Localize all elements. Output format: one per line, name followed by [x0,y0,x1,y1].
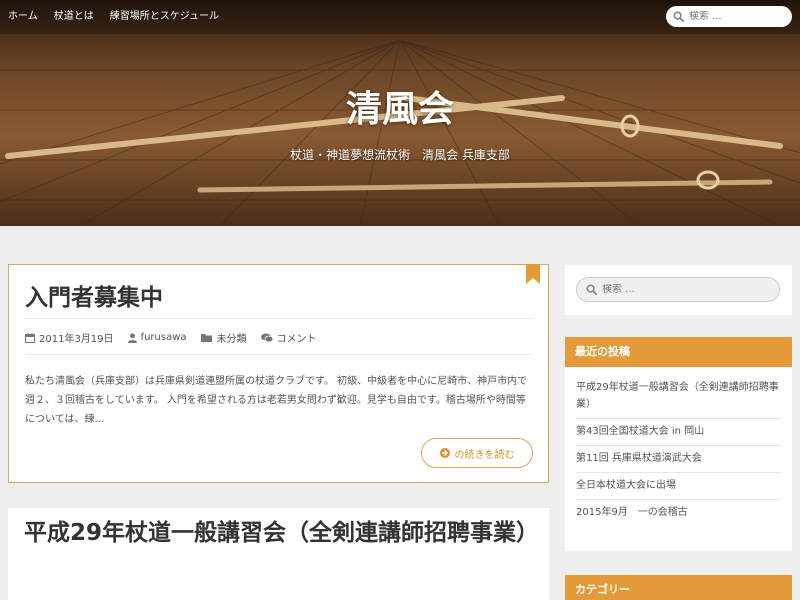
nav-item-about-jodo[interactable]: 杖道とは [54,11,94,23]
sidebar-search-box [576,277,780,302]
divider [25,318,533,319]
post-comments-text[interactable]: コメント [277,330,317,345]
post-excerpt: 私たち清風会（兵庫支部）は兵庫県剣道連盟所属の杖道クラブです。 初級、中級者を中… [25,376,528,425]
sidebar-search-input[interactable] [602,284,752,295]
site-title[interactable]: 清風会 [0,80,800,132]
bookmark-icon [526,264,540,284]
sidebar-search-widget [565,265,792,315]
post-title[interactable]: 入門者募集中 [25,278,163,312]
post-date-text[interactable]: 2011年3月19日 [39,330,114,345]
categories-heading: カテゴリー [565,575,792,600]
recent-post-link[interactable]: 2015年9月 一の会稽古 [576,500,781,526]
nav-item-schedule[interactable]: 練習場所とスケジュール [110,11,219,23]
folder-icon [200,333,212,342]
top-bar: ホーム 杖道とは 練習場所とスケジュール [0,0,800,34]
site-header: ホーム 杖道とは 練習場所とスケジュール 清風会 杖道・神道夢想流杖術 清風会 … [0,0,800,226]
recent-post-link[interactable]: 第43回全国杖道大会 in 岡山 [576,419,781,446]
recent-post-link[interactable]: 平成29年杖道一般講習会（全剣連講師招聘事業） [576,375,781,419]
divider [25,354,533,355]
search-icon [673,11,684,22]
nav-item-home[interactable]: ホーム [8,11,38,23]
post-author-text[interactable]: furusawa [141,332,187,343]
search-icon [586,284,597,295]
header-search-input[interactable] [689,11,779,22]
top-navigation: ホーム 杖道とは 練習場所とスケジュール [8,11,219,23]
user-icon [127,332,137,343]
recent-posts-list: 平成29年杖道一般講習会（全剣連講師招聘事業） 第43回全国杖道大会 in 岡山… [565,367,792,526]
calendar-icon [25,332,35,343]
post-date: 2011年3月19日 [25,330,114,345]
site-description: 杖道・神道夢想流杖術 清風会 兵庫支部 [290,148,510,162]
read-more-button[interactable]: の続きを読む [421,438,533,468]
recent-post-link[interactable]: 第11回 兵庫県杖道演武大会 [576,446,781,473]
post-title[interactable]: 平成29年杖道一般講習会（全剣連講師招聘事業） [24,516,539,550]
post-meta: 2011年3月19日 furusawa 未分類 コメント [25,330,317,345]
post-author: furusawa [127,332,187,343]
comments-icon [260,333,273,342]
arrow-right-icon [439,448,450,458]
recent-post-link[interactable]: 全日本杖道大会に出場 [576,473,781,500]
post-card: 入門者募集中 2011年3月19日 furusawa 未分類 コメント 私たち清… [8,264,549,483]
recent-posts-heading: 最近の投稿 [565,337,792,367]
post-comments: コメント [260,330,317,345]
recent-posts-widget: 最近の投稿 平成29年杖道一般講習会（全剣連講師招聘事業） 第43回全国杖道大会… [565,337,792,551]
post-card: 平成29年杖道一般講習会（全剣連講師招聘事業） [8,508,549,600]
read-more-label: の続きを読む [454,449,515,461]
post-category-text[interactable]: 未分類 [217,330,247,345]
post-category: 未分類 [200,330,247,345]
header-search-box [666,6,792,27]
categories-widget: カテゴリー [565,575,792,600]
